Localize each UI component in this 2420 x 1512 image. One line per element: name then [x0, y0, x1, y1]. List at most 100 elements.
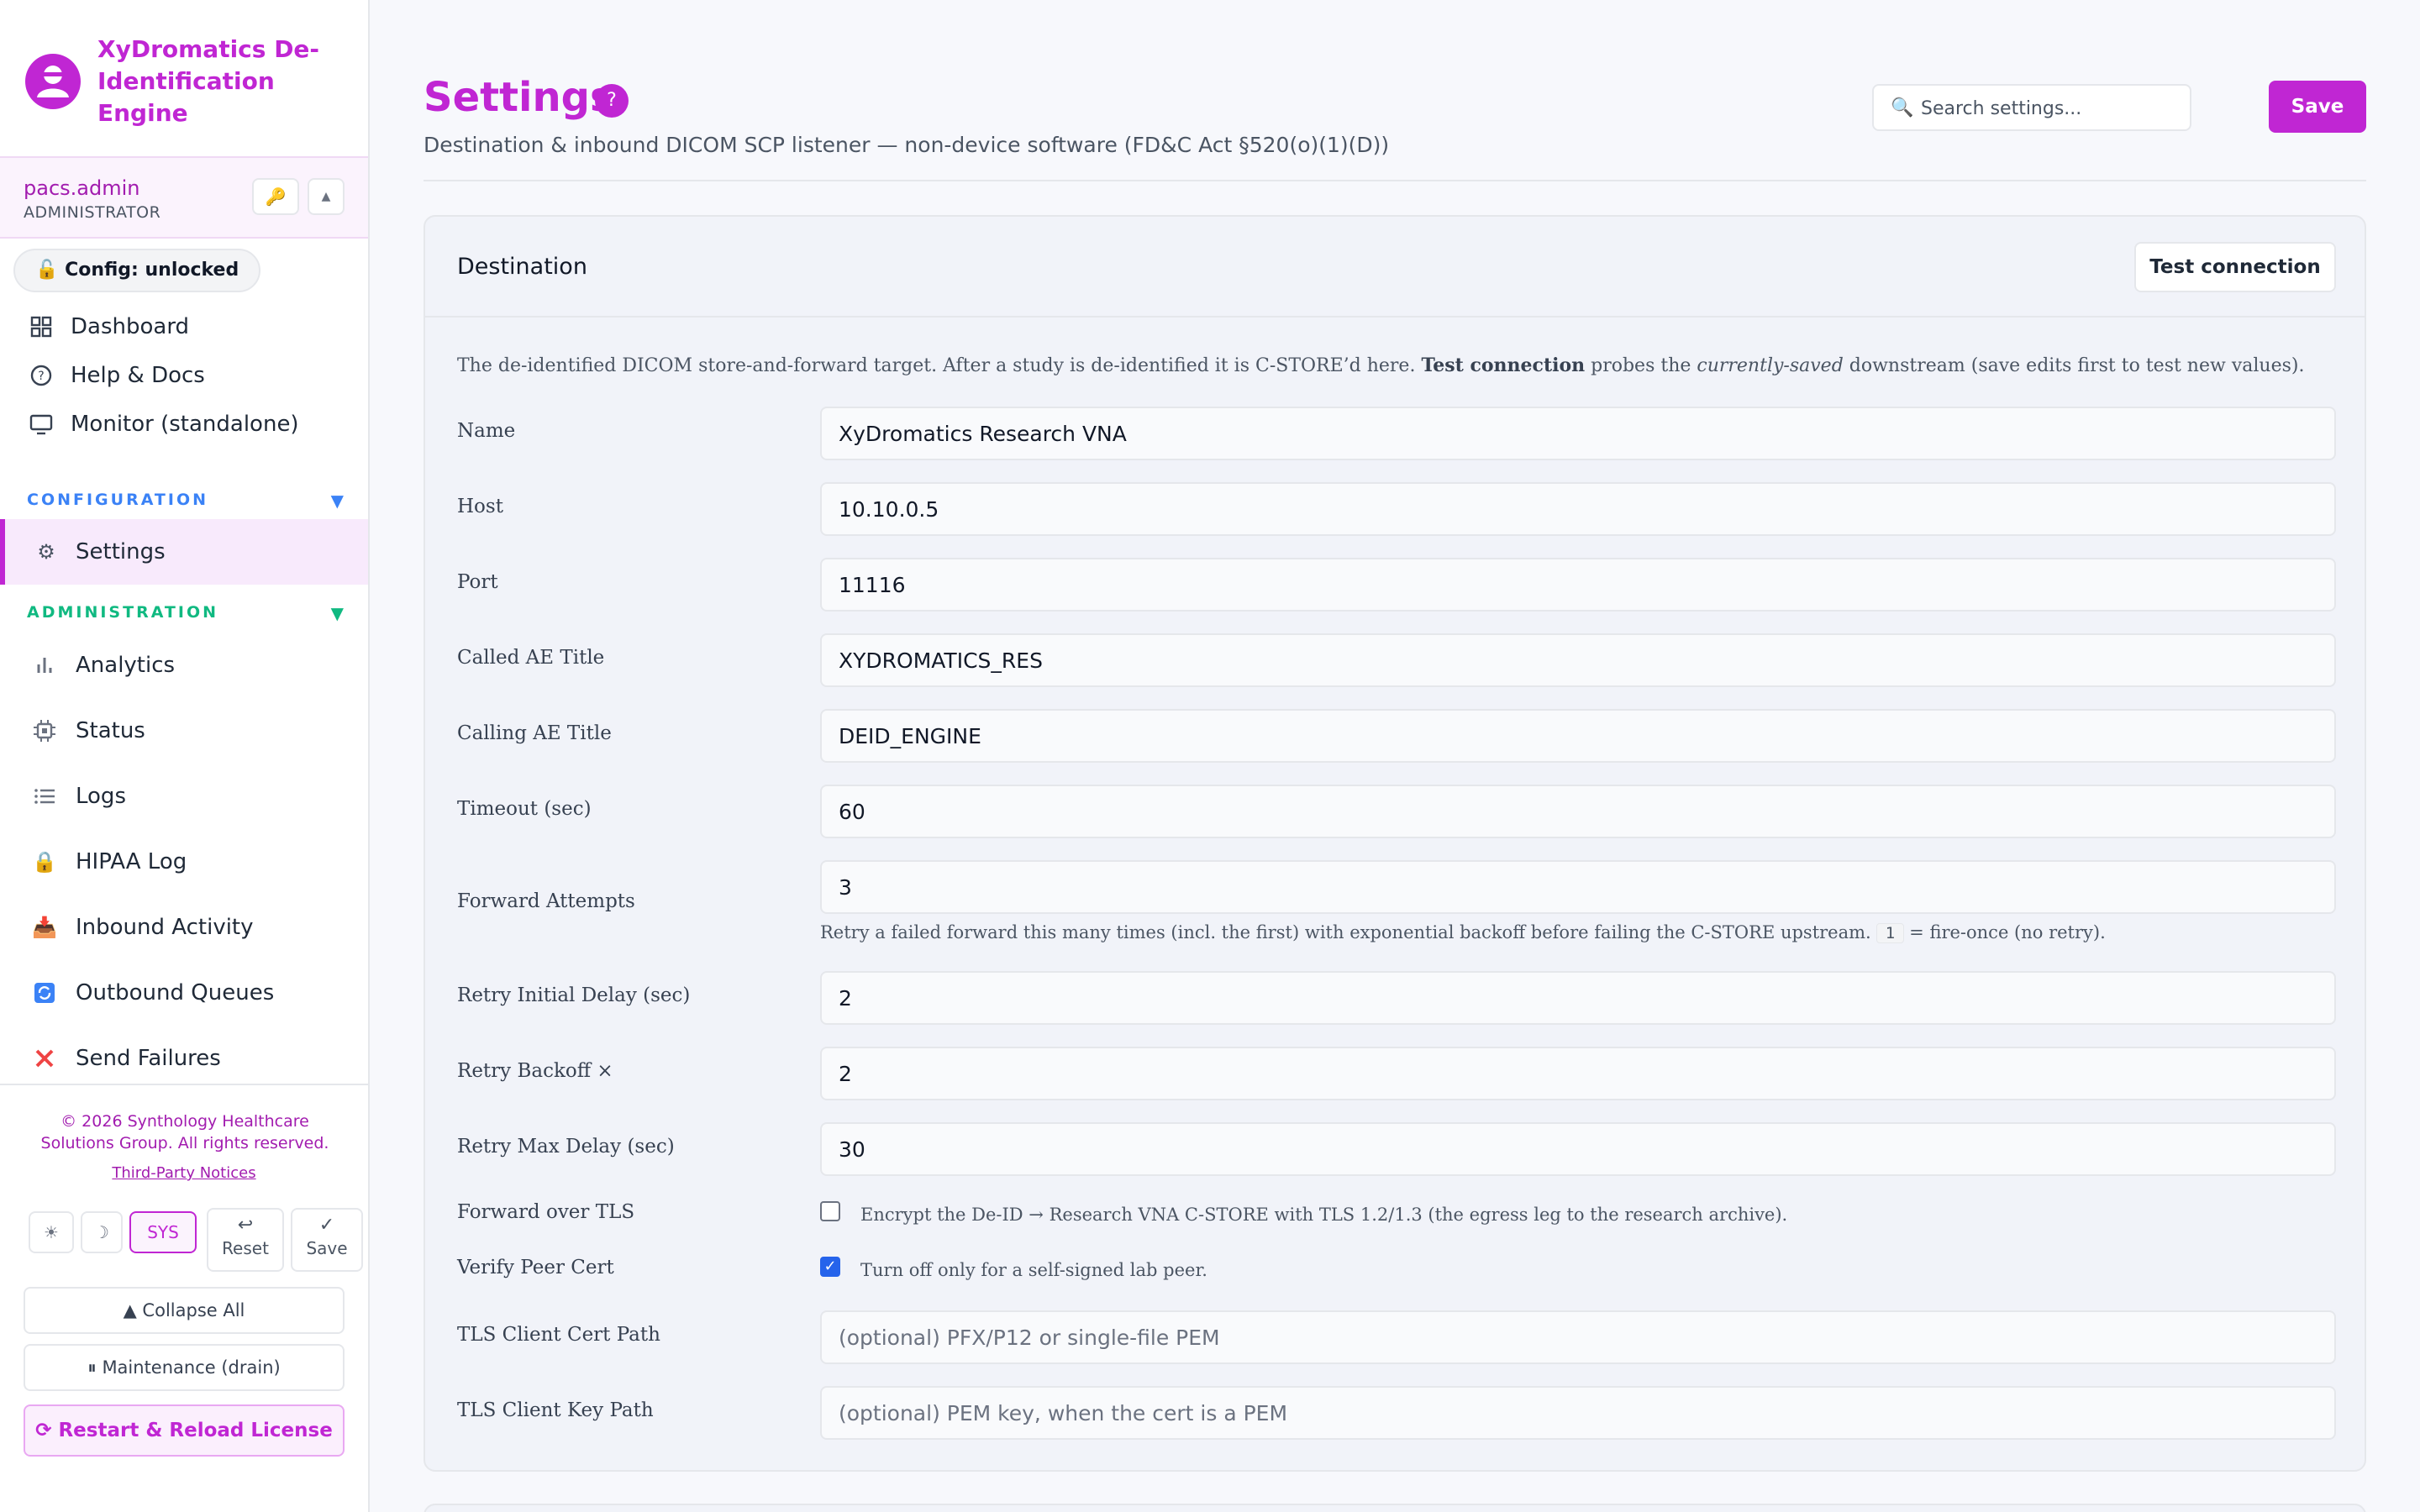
reset-label: Reset [222, 1238, 269, 1258]
retry-max-input[interactable] [820, 1122, 2336, 1176]
user-role: ADMINISTRATOR [24, 203, 161, 222]
eject-icon[interactable]: ▲ [308, 178, 345, 215]
help-icon[interactable]: ? [595, 84, 629, 118]
monitor-icon [29, 412, 54, 437]
forward-attempts-hint: Retry a failed forward this many times (… [820, 922, 2106, 943]
brand-title: XyDromatics De-Identification Engine [97, 35, 320, 127]
desc-text: downstream (save edits first to test new… [1843, 355, 2305, 376]
help-circle-icon: ? [29, 363, 54, 388]
calling-ae-label: Calling AE Title [457, 722, 612, 744]
save-label: Save [306, 1238, 348, 1258]
nav-settings[interactable]: ⚙ Settings [0, 519, 368, 585]
chip-icon [32, 718, 57, 743]
nav-send-failures[interactable]: Send Failures [0, 1034, 368, 1083]
restart-reload-license-button[interactable]: ⟳ Restart & Reload License [24, 1404, 345, 1457]
forward-attempts-label: Forward Attempts [457, 890, 635, 912]
agent-avatar-icon [25, 54, 81, 109]
called-ae-label: Called AE Title [457, 647, 605, 669]
port-label: Port [457, 571, 498, 593]
timeout-input[interactable] [820, 785, 2336, 838]
theme-dark-button[interactable]: ☽ [81, 1211, 123, 1253]
refresh-icon [32, 980, 57, 1005]
test-connection-button[interactable]: Test connection [2134, 242, 2336, 292]
page-title: Settings [424, 74, 614, 121]
retry-initial-label: Retry Initial Delay (sec) [457, 984, 691, 1006]
config-status-label: Config: unlocked [65, 260, 239, 281]
forward-tls-checkbox[interactable] [820, 1201, 840, 1221]
tls-key-label: TLS Client Key Path [457, 1399, 654, 1421]
desc-italic: currently-saved [1697, 355, 1844, 376]
calling-ae-input[interactable] [820, 709, 2336, 763]
hint-text: = fire-once (no retry). [1909, 922, 2106, 942]
hint-code: 1 [1876, 923, 1905, 943]
nav-outbound-queues[interactable]: Outbound Queues [0, 969, 368, 1017]
user-box: pacs.admin ADMINISTRATOR 🔑 ▲ [0, 156, 368, 239]
theme-system-button[interactable]: SYS [129, 1211, 197, 1253]
nav-logs[interactable]: Logs [0, 772, 368, 821]
section-label: CONFIGURATION [27, 491, 209, 509]
tls-key-input[interactable] [820, 1386, 2336, 1440]
theme-light-button[interactable]: ☀ [29, 1211, 74, 1253]
called-ae-input[interactable] [820, 633, 2336, 687]
brand[interactable]: XyDromatics De-Identification Engine [25, 34, 361, 134]
nav-help-docs[interactable]: ? Help & Docs [0, 351, 368, 400]
name-input[interactable] [820, 407, 2336, 460]
nav-label: Logs [76, 784, 126, 809]
nav-dashboard[interactable]: Dashboard [0, 302, 368, 351]
nav-label: Outbound Queues [76, 980, 275, 1005]
nav-analytics[interactable]: Analytics [0, 641, 368, 690]
host-input[interactable] [820, 482, 2336, 536]
moon-icon: ☽ [94, 1222, 109, 1242]
nav-label: Analytics [76, 653, 176, 678]
maintenance-button[interactable]: ⏸ Maintenance (drain) [24, 1344, 345, 1391]
unlock-icon: 🔓 [35, 260, 66, 281]
nav-inbound-activity[interactable]: 📥 Inbound Activity [0, 903, 368, 952]
timeout-label: Timeout (sec) [457, 798, 592, 820]
section-configuration[interactable]: CONFIGURATION ▼ [27, 491, 346, 516]
forward-tls-text: Encrypt the De-ID → Research VNA C-STORE… [860, 1205, 1788, 1225]
nav-hipaa-log[interactable]: 🔒 HIPAA Log [0, 837, 368, 886]
save-layout-button[interactable]: ✓ Save [291, 1208, 363, 1272]
hint-text: Retry a failed forward this many times (… [820, 922, 1871, 942]
forward-attempts-input[interactable] [820, 860, 2336, 914]
desc-text: The de-identified DICOM store-and-forwar… [457, 355, 1422, 376]
copyright: © 2026 Synthology Healthcare Solutions G… [40, 1112, 329, 1152]
nav-label: Status [76, 718, 145, 743]
lock-icon: 🔒 [32, 850, 57, 874]
forward-tls-label: Forward over TLS [457, 1201, 635, 1223]
next-card [424, 1504, 2366, 1512]
retry-backoff-input[interactable] [820, 1047, 2336, 1100]
nav-label: Inbound Activity [76, 915, 254, 940]
card-description: The de-identified DICOM store-and-forwar… [457, 354, 2339, 376]
key-icon[interactable]: 🔑 [252, 178, 299, 215]
reset-button[interactable]: ↩ Reset [207, 1208, 284, 1272]
bar-chart-icon [32, 653, 57, 678]
undo-icon: ↩ [237, 1215, 254, 1236]
tls-cert-input[interactable] [820, 1310, 2336, 1364]
nav-monitor[interactable]: Monitor (standalone) [0, 400, 368, 449]
verify-peer-text: Turn off only for a self-signed lab peer… [860, 1260, 1207, 1280]
nav-label: Help & Docs [71, 363, 205, 388]
search-input[interactable] [1921, 92, 2181, 124]
sidebar-footer: © 2026 Synthology Healthcare Solutions G… [0, 1084, 368, 1512]
retry-max-label: Retry Max Delay (sec) [457, 1136, 675, 1158]
port-input[interactable] [820, 558, 2336, 612]
settings-search[interactable]: 🔍 [1872, 84, 2191, 131]
config-lock-pill[interactable]: 🔓 Config: unlocked [13, 249, 261, 292]
sidebar: XyDromatics De-Identification Engine pac… [0, 0, 370, 1512]
search-icon: 🔍 [1891, 97, 1914, 118]
sun-icon: ☀ [44, 1222, 59, 1242]
retry-initial-input[interactable] [820, 971, 2336, 1025]
save-button[interactable]: Save [2269, 81, 2366, 133]
nav-status[interactable]: Status [0, 706, 368, 755]
retry-backoff-label: Retry Backoff × [457, 1060, 613, 1082]
divider [424, 180, 2366, 181]
gear-icon: ⚙ [37, 540, 55, 564]
third-party-notices-link[interactable]: Third-Party Notices [0, 1164, 368, 1182]
section-administration[interactable]: ADMINISTRATION ▼ [27, 603, 346, 628]
collapse-all-button[interactable]: ▲ Collapse All [24, 1287, 345, 1334]
caret-down-icon: ▼ [330, 603, 346, 623]
section-label: ADMINISTRATION [27, 603, 219, 622]
verify-peer-checkbox[interactable]: ✓ [820, 1257, 840, 1277]
destination-card: Destination Test connection The de-ident… [424, 215, 2366, 1472]
